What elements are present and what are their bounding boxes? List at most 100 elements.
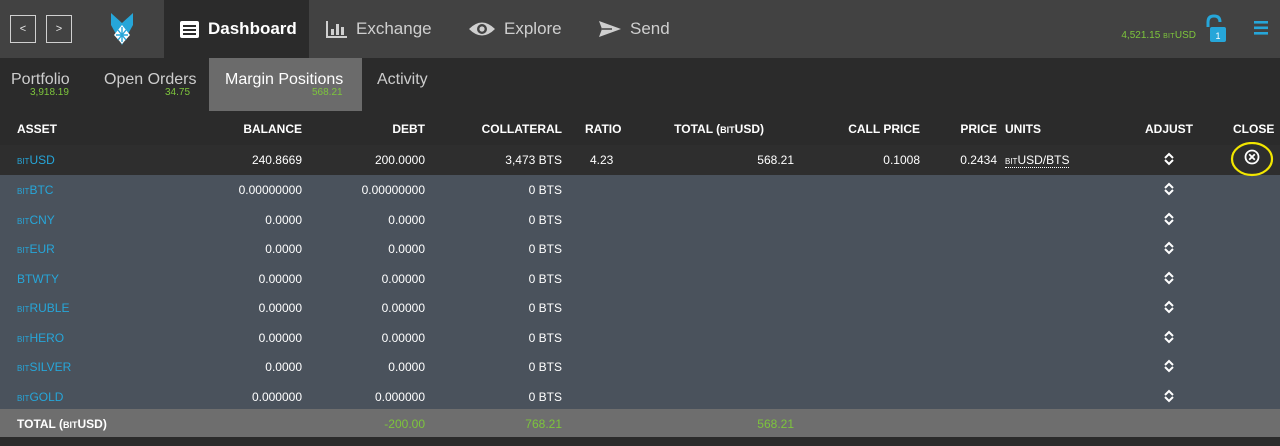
- dashboard-subtabs: Portfolio 3,918.19 Open Orders 34.75 Mar…: [0, 58, 1280, 111]
- adjust-sort-icon[interactable]: [1163, 182, 1175, 196]
- col-call-price[interactable]: CALL PRICE: [848, 122, 920, 136]
- total-collateral: 768.21: [525, 417, 562, 431]
- table-header: ASSET BALANCE DEBT COLLATERAL RATIO TOTA…: [0, 111, 1280, 145]
- nav-send-label: Send: [630, 19, 670, 38]
- table-row: bitBTC 0.00000000 0.00000000 0 BTS: [0, 175, 1280, 205]
- asset-name: GOLD: [29, 389, 64, 404]
- lock-badge: 1: [1215, 31, 1220, 41]
- total-label: TOTAL (BITUSD): [17, 417, 107, 431]
- adjust-sort-icon[interactable]: [1163, 212, 1175, 226]
- paper-plane-icon: [599, 21, 621, 37]
- asset-link[interactable]: bitEUR: [17, 242, 55, 256]
- nav-send[interactable]: Send: [598, 0, 670, 58]
- account-balance-prefix: bit: [1163, 33, 1175, 40]
- asset-prefix: bit: [17, 393, 30, 403]
- debt-value: 0.00000: [381, 301, 425, 315]
- nav-exchange[interactable]: Exchange: [326, 0, 432, 58]
- col-close: CLOSE: [1233, 122, 1275, 136]
- adjust-sort-icon[interactable]: [1163, 241, 1175, 255]
- tab-margin-positions-value: 568.21: [312, 87, 343, 98]
- debt-value: 0.00000000: [361, 183, 425, 197]
- asset-link[interactable]: bitRUBLE: [17, 301, 69, 315]
- adjust-sort-icon[interactable]: [1163, 330, 1175, 344]
- debt-value: 0.0000: [388, 242, 425, 256]
- asset-link[interactable]: bitUSD: [17, 153, 55, 167]
- asset-name: RUBLE: [29, 301, 70, 315]
- asset-link[interactable]: BTWTY: [17, 272, 59, 286]
- asset-prefix: bit: [17, 305, 30, 314]
- col-debt[interactable]: DEBT: [392, 122, 425, 136]
- collateral-value: 0 BTS: [528, 183, 562, 197]
- close-position-button[interactable]: [1230, 142, 1274, 178]
- highlight-ring: [1230, 142, 1274, 177]
- tab-open-orders[interactable]: Open Orders 34.75: [92, 58, 208, 111]
- adjust-sort-icon[interactable]: [1163, 389, 1175, 403]
- table-row: bitSILVER 0.0000 0.0000 0 BTS: [0, 352, 1280, 382]
- unlocked-padlock-icon[interactable]: 1: [1203, 14, 1231, 44]
- adjust-sort-icon[interactable]: [1163, 152, 1175, 166]
- collateral-value: 0 BTS: [528, 360, 562, 374]
- balance-value: 0.00000000: [238, 183, 302, 197]
- asset-link[interactable]: bitBTC: [17, 183, 53, 197]
- units-prefix: bit: [1005, 157, 1018, 166]
- asset-link[interactable]: bitHERO: [17, 331, 64, 345]
- col-total[interactable]: TOTAL (BITUSD): [674, 122, 764, 136]
- asset-name: SILVER: [29, 360, 72, 374]
- account-balance-unit: USD: [1174, 30, 1196, 41]
- tab-activity[interactable]: Activity: [362, 58, 452, 111]
- asset-link[interactable]: bitGOLD: [17, 390, 63, 404]
- balance-value: 240.8669: [251, 153, 302, 167]
- tab-activity-label: Activity: [377, 71, 428, 88]
- account-balance[interactable]: 4,521.15 bitUSD: [1121, 30, 1196, 41]
- debt-value: 0.0000: [388, 360, 425, 374]
- col-price[interactable]: PRICE: [960, 122, 997, 136]
- asset-link[interactable]: bitCNY: [17, 213, 55, 227]
- col-collateral[interactable]: COLLATERAL: [482, 122, 562, 136]
- table-row: bitRUBLE 0.00000 0.00000 0 BTS: [0, 293, 1280, 323]
- balance-value: 0.0000: [265, 212, 302, 227]
- adjust-sort-icon[interactable]: [1163, 359, 1175, 373]
- asset-name: BTWTY: [17, 271, 59, 286]
- eye-icon: [469, 22, 495, 36]
- nav-exchange-label: Exchange: [356, 19, 432, 38]
- table-row: bitCNY 0.0000 0.0000 0 BTS: [0, 204, 1280, 234]
- col-asset[interactable]: ASSET: [17, 122, 57, 136]
- tab-portfolio-value: 3,918.19: [30, 87, 69, 98]
- total-row: TOTAL (BITUSD) -200.00 768.21 568.21: [0, 409, 1280, 437]
- call-price-value: 0.1008: [883, 153, 920, 167]
- debt-value: 0.00000: [381, 271, 425, 286]
- asset-prefix: bit: [17, 334, 30, 344]
- table-row: bitHERO 0.00000 0.00000 0 BTS: [0, 322, 1280, 352]
- total-label-suffix: USD): [77, 417, 107, 431]
- asset-prefix: bit: [17, 246, 30, 255]
- col-balance[interactable]: BALANCE: [243, 122, 302, 136]
- table-row: bitGOLD 0.000000 0.000000 0 BTS: [0, 381, 1280, 411]
- nav-dashboard-label: Dashboard: [208, 19, 297, 38]
- back-button-label: <: [19, 23, 27, 35]
- adjust-sort-icon[interactable]: [1163, 300, 1175, 314]
- bottom-bar: [0, 437, 1280, 446]
- collateral-value: 0 BTS: [528, 389, 562, 404]
- nav-dashboard[interactable]: Dashboard: [164, 0, 309, 58]
- adjust-sort-icon[interactable]: [1163, 271, 1175, 285]
- asset-name: EUR: [29, 242, 55, 256]
- forward-button[interactable]: >: [46, 15, 72, 43]
- tab-open-orders-value: 34.75: [165, 87, 191, 98]
- asset-name: USD: [29, 153, 55, 167]
- tab-portfolio[interactable]: Portfolio 3,918.19: [0, 58, 88, 111]
- back-button[interactable]: <: [10, 15, 36, 43]
- hamburger-menu-icon[interactable]: [1254, 21, 1268, 35]
- balance-value: 0.00000: [258, 330, 302, 345]
- col-total-prefix: TOTAL (: [674, 122, 721, 136]
- nav-explore[interactable]: Explore: [468, 0, 562, 58]
- top-nav-bar: < > Dashboard Exchange Explore Send 4,52…: [0, 0, 1280, 58]
- bitshares-logo-icon[interactable]: [108, 11, 136, 47]
- debt-value: 0.00000: [381, 330, 425, 345]
- asset-link[interactable]: bitSILVER: [17, 360, 71, 374]
- col-ratio[interactable]: RATIO: [585, 122, 621, 136]
- table-row: bitUSD 240.8669 200.0000 3,473 BTS 4.23 …: [0, 145, 1280, 175]
- asset-name: CNY: [29, 212, 55, 227]
- collateral-value: 0 BTS: [528, 330, 562, 345]
- units-toggle[interactable]: bitUSD/BTS: [1005, 153, 1070, 168]
- tab-margin-positions[interactable]: Margin Positions 568.21: [209, 58, 362, 111]
